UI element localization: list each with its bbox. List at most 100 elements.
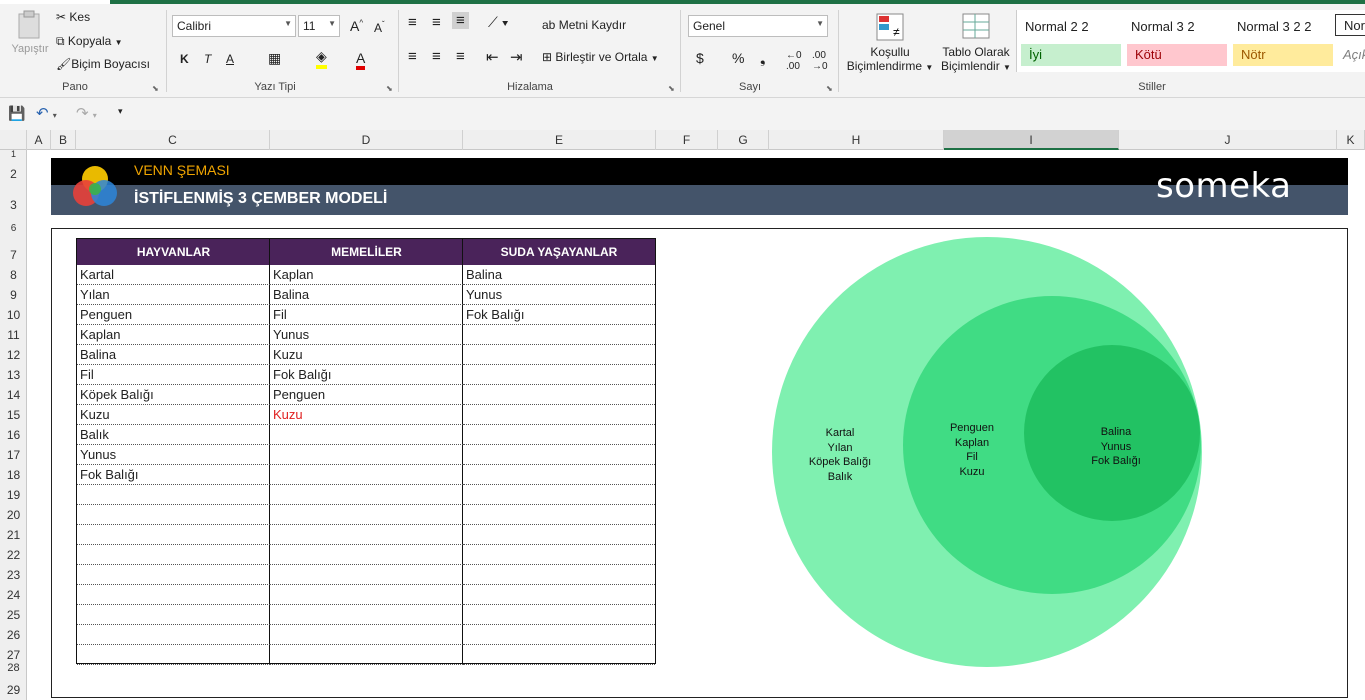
decrease-indent-icon[interactable]: ⇤ (486, 48, 499, 66)
align-right-icon[interactable]: ≡ (456, 48, 465, 65)
table-cell[interactable]: Fok Balığı (270, 365, 463, 385)
row-header[interactable]: 12 (0, 345, 27, 365)
underline-button[interactable]: A (226, 52, 234, 66)
row-header[interactable]: 16 (0, 425, 27, 445)
table-cell[interactable] (270, 545, 463, 565)
table-cell[interactable]: Fil (77, 365, 270, 385)
table-cell[interactable]: Balina (77, 345, 270, 365)
format-painter-button[interactable]: 🖌Biçim Boyacısı (56, 57, 150, 71)
table-cell[interactable] (270, 505, 463, 525)
table-cell[interactable] (270, 465, 463, 485)
column-header[interactable]: G (718, 130, 769, 150)
align-left-icon[interactable]: ≡ (408, 48, 417, 65)
column-header[interactable]: H (769, 130, 944, 150)
column-header[interactable]: D (270, 130, 463, 150)
table-cell[interactable]: Kaplan (270, 265, 463, 285)
row-header[interactable]: 18 (0, 465, 27, 485)
table-cell[interactable] (77, 545, 270, 565)
table-cell[interactable] (270, 585, 463, 605)
conditional-formatting-button[interactable]: ≠ Koşullu Biçimlendirme ▼ (844, 12, 936, 73)
table-cell[interactable] (77, 585, 270, 605)
table-cell[interactable] (270, 605, 463, 625)
percent-button[interactable]: % (732, 50, 744, 66)
row-header[interactable]: 28 (0, 662, 27, 674)
table-cell[interactable] (270, 485, 463, 505)
table-cell[interactable]: Fok Balığı (77, 465, 270, 485)
align-middle-icon[interactable]: ≡ (432, 14, 441, 31)
style-good[interactable]: İyi (1021, 44, 1121, 66)
font-size-select[interactable]: 11 ▼ (298, 15, 340, 37)
column-header[interactable]: I (944, 130, 1119, 150)
font-launcher-icon[interactable]: ⬊ (386, 84, 393, 93)
bold-button[interactable]: K (180, 52, 189, 66)
row-header[interactable]: 25 (0, 605, 27, 625)
row-header[interactable]: 17 (0, 445, 27, 465)
select-all-corner[interactable] (0, 130, 27, 150)
table-header-aquatic[interactable]: SUDA YAŞAYANLAR (463, 239, 655, 265)
table-cell[interactable] (463, 645, 655, 665)
column-header[interactable]: E (463, 130, 656, 150)
column-header[interactable]: B (51, 130, 76, 150)
table-cell[interactable] (77, 505, 270, 525)
table-cell[interactable] (77, 565, 270, 585)
align-bottom-icon[interactable]: ≡ (452, 12, 469, 29)
table-cell[interactable]: Kuzu (270, 405, 463, 425)
font-color-icon[interactable]: A (356, 50, 366, 70)
table-cell[interactable] (463, 325, 655, 345)
column-header[interactable]: K (1337, 130, 1365, 150)
table-cell[interactable] (463, 525, 655, 545)
table-cell[interactable]: Fil (270, 305, 463, 325)
table-cell[interactable] (270, 625, 463, 645)
row-header[interactable]: 23 (0, 565, 27, 585)
row-header[interactable]: 20 (0, 505, 27, 525)
table-cell[interactable] (463, 345, 655, 365)
table-cell[interactable] (463, 405, 655, 425)
comma-button[interactable]: ❟ (760, 50, 766, 67)
copy-button[interactable]: ⧉ Kopyala ▼ (56, 34, 123, 49)
row-header[interactable]: 1 (0, 150, 27, 159)
table-cell[interactable]: Kuzu (77, 405, 270, 425)
table-cell[interactable] (270, 425, 463, 445)
style-normal-3-2-2[interactable]: Normal 3 2 2 (1229, 16, 1335, 38)
row-header[interactable]: 14 (0, 385, 27, 405)
table-cell[interactable] (463, 485, 655, 505)
table-cell[interactable] (463, 465, 655, 485)
wrap-text-button[interactable]: ab Metni Kaydır (542, 18, 626, 32)
font-name-select[interactable]: Calibri ▼ (172, 15, 296, 37)
number-format-select[interactable]: Genel ▼ (688, 15, 828, 37)
number-launcher-icon[interactable]: ⬊ (826, 84, 833, 93)
italic-button[interactable]: T (204, 52, 211, 66)
row-header[interactable]: 19 (0, 485, 27, 505)
row-header[interactable]: 13 (0, 365, 27, 385)
format-as-table-button[interactable]: Tablo Olarak Biçimlendir ▼ (936, 12, 1016, 73)
table-cell[interactable]: Yunus (270, 325, 463, 345)
cut-button[interactable]: ✂ Kes (56, 10, 90, 24)
currency-button[interactable]: $ (696, 50, 704, 66)
clipboard-launcher-icon[interactable]: ⬊ (152, 84, 159, 93)
row-header[interactable]: 2 (0, 164, 27, 184)
table-cell[interactable] (463, 425, 655, 445)
style-normal[interactable]: Nor (1335, 14, 1365, 36)
table-cell[interactable]: Penguen (77, 305, 270, 325)
row-header[interactable]: 8 (0, 265, 27, 285)
row-header[interactable]: 6 (0, 224, 27, 234)
table-cell[interactable] (77, 605, 270, 625)
table-cell[interactable]: Penguen (270, 385, 463, 405)
increase-indent-icon[interactable]: ⇥ (510, 48, 523, 66)
paste-button[interactable]: Yapıştır (8, 10, 52, 76)
table-cell[interactable] (270, 445, 463, 465)
row-header[interactable]: 22 (0, 545, 27, 565)
table-cell[interactable]: Kuzu (270, 345, 463, 365)
row-header[interactable]: 3 (0, 195, 27, 215)
decrease-decimal-icon[interactable]: .00 →0 (812, 50, 828, 72)
align-center-icon[interactable]: ≡ (432, 48, 441, 65)
table-cell[interactable]: Fok Balığı (463, 305, 655, 325)
alignment-launcher-icon[interactable]: ⬊ (668, 84, 675, 93)
table-cell[interactable]: Yunus (77, 445, 270, 465)
save-icon[interactable]: 💾 (8, 105, 25, 122)
align-top-icon[interactable]: ≡ (408, 14, 417, 31)
row-header[interactable]: 21 (0, 525, 27, 545)
column-header[interactable]: J (1119, 130, 1337, 150)
fill-color-icon[interactable]: ◈ (316, 48, 327, 69)
table-cell[interactable] (463, 505, 655, 525)
